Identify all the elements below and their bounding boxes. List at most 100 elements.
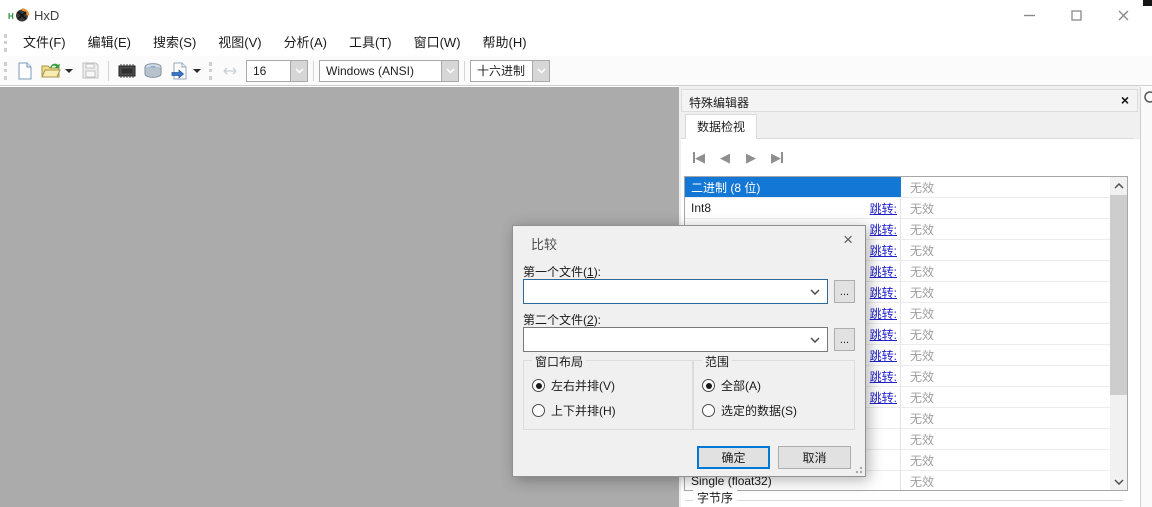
radio-top-bottom[interactable]: 上下并排(H) bbox=[532, 402, 616, 419]
nav-first-button[interactable]: ◀ bbox=[689, 147, 709, 167]
row-width-icon bbox=[218, 59, 242, 83]
svg-text:H: H bbox=[8, 12, 14, 21]
file1-combobox[interactable] bbox=[523, 279, 828, 304]
row-value: 无效 bbox=[910, 180, 935, 195]
menu-item-help[interactable]: 帮助(H) bbox=[472, 30, 538, 56]
inspector-row[interactable]: 二进制 (8 位) 无效 bbox=[685, 177, 1110, 198]
file2-label: 第二个文件(2): bbox=[523, 313, 602, 327]
range-group-title: 范围 bbox=[702, 353, 733, 370]
menu-item-analysis[interactable]: 分析(A) bbox=[273, 30, 338, 56]
chevron-down-icon bbox=[810, 337, 820, 343]
minimize-button[interactable] bbox=[1006, 0, 1053, 30]
tab-data-inspector[interactable]: 数据检视 bbox=[685, 114, 758, 139]
export-dropdown-caret[interactable] bbox=[193, 68, 201, 73]
offset-base-dropdown[interactable] bbox=[532, 60, 549, 81]
menu-item-tools[interactable]: 工具(T) bbox=[338, 30, 403, 56]
byte-order-group-border bbox=[685, 500, 1123, 501]
radio-button-icon bbox=[702, 379, 715, 392]
bytes-per-row-dropdown[interactable] bbox=[290, 60, 307, 81]
toolbar-grip[interactable] bbox=[4, 61, 7, 80]
menu-item-search[interactable]: 搜索(S) bbox=[142, 30, 207, 56]
toolbar-separator bbox=[464, 60, 465, 81]
goto-link[interactable]: 跳转: bbox=[870, 221, 897, 238]
hxd-app-icon: H bbox=[8, 8, 30, 23]
range-group: 范围 全部(A) 选定的数据(S) bbox=[693, 353, 855, 430]
new-file-button[interactable] bbox=[13, 59, 37, 83]
menu-bar: 文件(F) 编辑(E) 搜索(S) 视图(V) 分析(A) 工具(T) 窗口(W) 帮助(H) bbox=[0, 30, 1152, 56]
inspector-scrollbar[interactable] bbox=[1110, 177, 1127, 490]
resize-grip[interactable] bbox=[854, 465, 863, 474]
window-layout-group: 窗口布局 左右并排(V) 上下并排(H) bbox=[523, 353, 693, 430]
ok-button[interactable]: 确定 bbox=[697, 446, 770, 469]
open-disk-button[interactable] bbox=[141, 59, 165, 83]
open-ram-button[interactable] bbox=[115, 59, 139, 83]
row-value: 无效 bbox=[910, 264, 935, 279]
scroll-up-button[interactable] bbox=[1110, 177, 1127, 194]
row-value: 无效 bbox=[910, 474, 935, 489]
offset-base-value: 十六进制 bbox=[477, 64, 526, 78]
row-value: 无效 bbox=[910, 327, 935, 342]
file2-browse-button[interactable]: ... bbox=[834, 328, 855, 351]
panel-close-button[interactable]: × bbox=[1121, 92, 1129, 108]
nav-next-button[interactable]: ▶ bbox=[741, 147, 761, 167]
radio-side-by-side[interactable]: 左右并排(V) bbox=[532, 377, 615, 394]
goto-link[interactable]: 跳转: bbox=[870, 263, 897, 280]
encoding-value: Windows (ANSI) bbox=[326, 63, 415, 78]
menu-item-edit[interactable]: 编辑(E) bbox=[77, 30, 142, 56]
goto-link[interactable]: 跳转: bbox=[870, 305, 897, 322]
toolbar-separator bbox=[108, 60, 109, 81]
menu-item-window[interactable]: 窗口(W) bbox=[403, 30, 472, 56]
goto-link[interactable]: 跳转: bbox=[870, 347, 897, 364]
background-window-fragment bbox=[1143, 0, 1152, 6]
scroll-down-button[interactable] bbox=[1110, 473, 1127, 490]
row-value: 无效 bbox=[910, 306, 935, 321]
row-value: 无效 bbox=[910, 432, 935, 447]
cancel-button[interactable]: 取消 bbox=[778, 446, 851, 469]
offset-base-select[interactable]: 十六进制 bbox=[470, 59, 550, 82]
row-value: 无效 bbox=[910, 348, 935, 363]
panel-tabstrip: 数据检视 bbox=[681, 112, 1134, 139]
dialog-close-button[interactable]: × bbox=[843, 230, 853, 250]
row-value: 无效 bbox=[910, 411, 935, 426]
goto-link[interactable]: 跳转: bbox=[870, 284, 897, 301]
row-value: 无效 bbox=[910, 369, 935, 384]
file1-browse-button[interactable]: ... bbox=[834, 280, 855, 303]
radio-selected-data[interactable]: 选定的数据(S) bbox=[702, 402, 797, 419]
row-value: 无效 bbox=[910, 201, 935, 216]
compare-dialog: 比较 × 第一个文件(1): ... 第二个文件(2): ... 窗口布局 左右… bbox=[512, 225, 866, 477]
toolbar-separator bbox=[313, 60, 314, 81]
file2-combobox[interactable] bbox=[523, 327, 828, 352]
menubar-grip[interactable] bbox=[4, 34, 7, 52]
toolbar-grip-2[interactable] bbox=[209, 61, 212, 80]
scrollbar-thumb[interactable] bbox=[1110, 195, 1127, 395]
radio-button-icon bbox=[532, 379, 545, 392]
menu-item-view[interactable]: 视图(V) bbox=[207, 30, 272, 56]
goto-link[interactable]: 跳转: bbox=[870, 326, 897, 343]
goto-link[interactable]: 跳转: bbox=[870, 200, 897, 217]
chevron-down-icon bbox=[810, 289, 820, 295]
encoding-select[interactable]: Windows (ANSI) bbox=[319, 59, 459, 82]
close-button[interactable] bbox=[1100, 0, 1147, 30]
export-button[interactable] bbox=[167, 59, 191, 83]
window-layout-group-title: 窗口布局 bbox=[532, 353, 587, 370]
row-value: 无效 bbox=[910, 390, 935, 405]
bytes-per-row-select[interactable]: 16 bbox=[246, 59, 308, 82]
title-bar: H HxD bbox=[0, 0, 1152, 30]
open-dropdown-caret[interactable] bbox=[65, 68, 73, 73]
collapsed-dock-strip[interactable] bbox=[1140, 87, 1152, 507]
goto-link[interactable]: 跳转: bbox=[870, 242, 897, 259]
encoding-dropdown[interactable] bbox=[441, 60, 458, 81]
nav-last-button[interactable]: ▶ bbox=[767, 147, 787, 167]
open-file-button[interactable] bbox=[39, 59, 63, 83]
maximize-button[interactable] bbox=[1053, 0, 1100, 30]
nav-previous-button[interactable]: ◀ bbox=[715, 147, 735, 167]
radio-all[interactable]: 全部(A) bbox=[702, 377, 761, 394]
goto-link[interactable]: 跳转: bbox=[870, 368, 897, 385]
menu-item-file[interactable]: 文件(F) bbox=[12, 30, 77, 56]
inspector-row[interactable]: Int8 跳转: 无效 bbox=[685, 198, 1110, 219]
byte-order-group-label: 字节序 bbox=[693, 489, 738, 506]
panel-title: 特殊编辑器 bbox=[689, 96, 750, 110]
toolbar: 16 Windows (ANSI) 十六进制 bbox=[0, 56, 1152, 86]
save-button[interactable] bbox=[78, 59, 102, 83]
goto-link[interactable]: 跳转: bbox=[870, 389, 897, 406]
